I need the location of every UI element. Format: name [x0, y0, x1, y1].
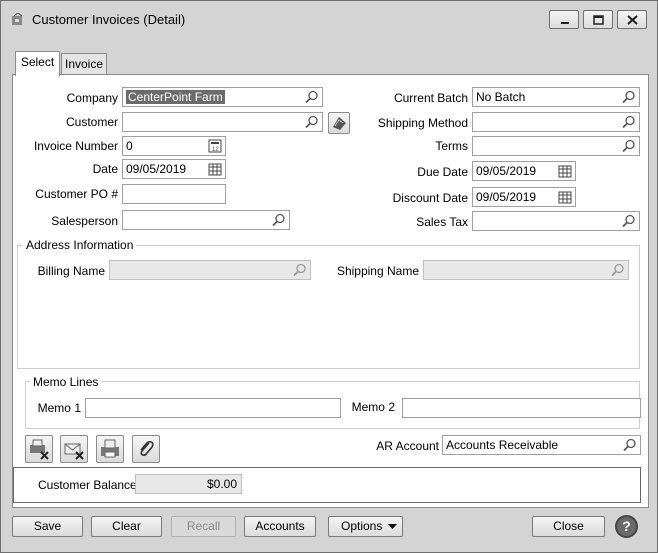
calculator-icon[interactable]: 12 — [208, 139, 222, 153]
printer-delete-icon — [30, 439, 49, 460]
company-label: Company — [66, 91, 118, 105]
memo2-label: Memo 2 — [351, 400, 395, 414]
customer-lookup-button[interactable] — [328, 112, 350, 134]
terms-label: Terms — [435, 139, 468, 153]
save-button[interactable]: Save — [12, 516, 83, 537]
magnifier-icon[interactable] — [305, 115, 319, 129]
company-value: CenterPoint Farm — [126, 90, 225, 104]
discount-date-label: Discount Date — [392, 191, 468, 205]
date-field[interactable]: 09/05/2019 — [122, 159, 226, 179]
maximize-icon — [593, 15, 604, 25]
memo1-field[interactable] — [85, 398, 341, 418]
billing-name-label: Billing Name — [37, 264, 105, 278]
customer-balance-box: Customer Balance $0.00 — [13, 467, 641, 503]
invoice-number-field[interactable]: 0 12 — [122, 136, 226, 156]
magnifier-icon[interactable] — [622, 139, 636, 153]
ar-account-field[interactable]: Accounts Receivable — [442, 435, 641, 455]
attach-button[interactable] — [132, 435, 160, 463]
company-field[interactable]: CenterPoint Farm — [122, 87, 323, 107]
terms-field[interactable] — [472, 136, 640, 156]
app-icon — [12, 13, 23, 25]
printer-icon — [101, 439, 119, 458]
memo1-label: Memo 1 — [37, 401, 81, 415]
current-batch-field[interactable]: No Batch — [472, 87, 640, 107]
memo-group-title: Memo Lines — [30, 375, 102, 389]
minimize-icon — [561, 22, 569, 24]
magnifier-icon[interactable] — [622, 115, 636, 129]
magnifier-icon — [611, 263, 624, 277]
close-window-button[interactable] — [617, 10, 647, 29]
magnifier-icon[interactable] — [272, 213, 286, 227]
due-date-field[interactable]: 09/05/2019 — [472, 161, 576, 181]
ar-account-label: AR Account — [376, 439, 439, 453]
chevron-down-icon — [388, 524, 397, 529]
recall-button[interactable]: Recall — [171, 516, 236, 537]
delete-email-button[interactable] — [60, 435, 88, 463]
invoice-number-label: Invoice Number — [33, 139, 118, 153]
clear-button[interactable]: Clear — [91, 516, 162, 537]
shipping-name-label: Shipping Name — [336, 264, 419, 278]
minimize-button[interactable] — [549, 10, 579, 29]
magnifier-icon[interactable] — [305, 90, 319, 104]
billing-name-field[interactable] — [109, 260, 311, 280]
print-button[interactable] — [96, 435, 124, 463]
customer-balance-label: Customer Balance — [38, 478, 137, 492]
tab-select[interactable]: Select — [15, 51, 60, 76]
current-batch-label: Current Batch — [393, 91, 468, 105]
memo2-field[interactable] — [402, 398, 641, 418]
calendar-icon[interactable] — [558, 164, 572, 178]
sales-tax-label: Sales Tax — [416, 215, 468, 229]
paperclip-icon — [140, 440, 154, 457]
magnifier-icon[interactable] — [623, 438, 637, 452]
envelope-delete-icon — [64, 443, 84, 460]
customer-invoices-window: Customer Invoices (Detail) Select Invoic… — [0, 0, 658, 553]
shipping-method-label: Shipping Method — [377, 116, 468, 130]
options-button[interactable]: Options — [328, 516, 403, 537]
title-bar: Customer Invoices (Detail) — [1, 1, 657, 37]
close-button[interactable]: Close — [532, 516, 605, 537]
date-label: Date — [92, 162, 118, 176]
customer-label: Customer — [65, 115, 118, 129]
shipping-name-field[interactable] — [423, 260, 629, 280]
customer-po-label: Customer PO # — [35, 187, 118, 201]
maximize-button[interactable] — [583, 10, 613, 29]
salesperson-field[interactable] — [122, 210, 290, 230]
address-group-title: Address Information — [23, 238, 137, 252]
customer-balance-value: $0.00 — [135, 474, 242, 494]
svg-text:12: 12 — [212, 147, 219, 153]
tab-invoice[interactable]: Invoice — [61, 53, 107, 76]
help-button[interactable]: ? — [615, 515, 638, 538]
calendar-icon[interactable] — [558, 190, 572, 204]
sales-tax-field[interactable] — [472, 211, 640, 231]
due-date-label: Due Date — [417, 165, 468, 179]
shipping-method-field[interactable] — [472, 112, 640, 132]
close-icon — [627, 15, 638, 25]
magnifier-icon[interactable] — [622, 90, 636, 104]
magnifier-icon — [293, 263, 306, 277]
customer-card-icon — [333, 117, 346, 130]
delete-print-button[interactable] — [25, 435, 53, 463]
customer-field[interactable] — [122, 112, 323, 132]
salesperson-label: Salesperson — [51, 214, 118, 228]
discount-date-field[interactable]: 09/05/2019 — [472, 187, 576, 207]
customer-po-field[interactable] — [122, 184, 226, 204]
magnifier-icon[interactable] — [622, 214, 636, 228]
accounts-button[interactable]: Accounts — [244, 516, 316, 537]
calendar-icon[interactable] — [208, 162, 222, 176]
window-title: Customer Invoices (Detail) — [32, 12, 186, 27]
